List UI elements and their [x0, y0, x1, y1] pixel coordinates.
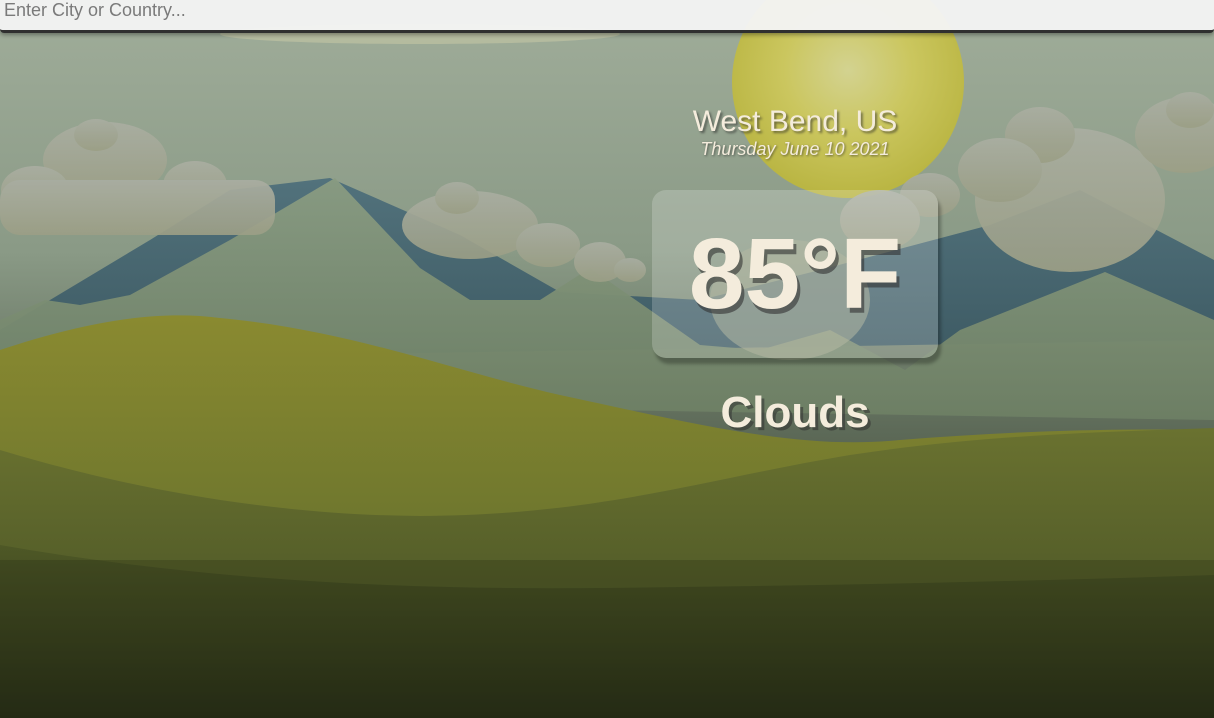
location-label: West Bend, US — [692, 105, 898, 138]
search-bar — [0, 0, 1214, 34]
ground-shade — [0, 560, 1214, 718]
temperature-value: 85°F — [688, 218, 902, 330]
search-input[interactable] — [0, 0, 1214, 33]
weather-condition: Clouds — [720, 388, 870, 437]
date-label: Thursday June 10 2021 — [700, 139, 890, 159]
weather-app: West Bend, US Thursday June 10 2021 85°F… — [0, 0, 1214, 718]
weather-card: West Bend, US Thursday June 10 2021 85°F… — [595, 103, 995, 438]
temperature-box: 85°F — [652, 190, 938, 358]
